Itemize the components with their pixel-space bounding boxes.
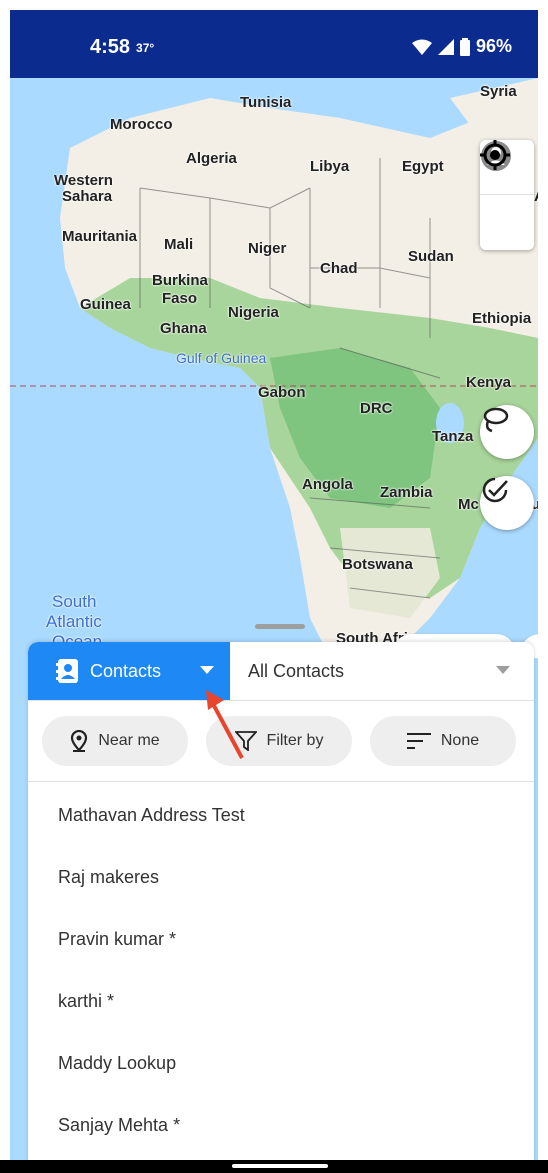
status-bar: 4:58 37° 96% bbox=[10, 10, 538, 78]
map-label-ocean-2: Atlantic bbox=[46, 612, 102, 631]
map-label-gabon: Gabon bbox=[258, 384, 306, 401]
map-label-burkina-2: Faso bbox=[162, 290, 198, 307]
annotation-arrow bbox=[206, 690, 244, 759]
map-label-drc: DRC bbox=[360, 400, 393, 417]
crosshair-icon bbox=[480, 140, 510, 170]
sort-label: None bbox=[440, 732, 480, 749]
lasso-button[interactable] bbox=[480, 405, 534, 459]
near-me-chip[interactable]: Near me bbox=[42, 716, 188, 766]
app-frame: 4:58 37° 96% Tunisia Syria Morocco Alger… bbox=[10, 10, 538, 1160]
map-label-gulf-of-guinea: Gulf of Guinea bbox=[176, 350, 267, 366]
contacts-sheet: Contacts All Contacts Near me Filter by bbox=[28, 642, 534, 1160]
contacts-icon bbox=[56, 659, 78, 683]
map-label-ethiopia: Ethiopia bbox=[472, 310, 532, 327]
sheet-drag-handle[interactable] bbox=[255, 624, 305, 629]
sort-icon bbox=[406, 733, 431, 749]
home-gesture-pill[interactable] bbox=[232, 1164, 328, 1168]
view-label: All Contacts bbox=[248, 660, 345, 681]
map-label-syria: Syria bbox=[480, 83, 517, 100]
map-label-niger: Niger bbox=[248, 240, 287, 257]
map-label-mozambique: Mc bbox=[458, 496, 479, 513]
module-selector-row: Contacts All Contacts bbox=[28, 642, 534, 701]
location-check-icon bbox=[482, 477, 508, 503]
status-temp: 37° bbox=[136, 40, 155, 55]
map-canvas bbox=[10, 78, 538, 658]
list-item[interactable]: Sanjay Mehta * bbox=[28, 1094, 534, 1156]
filter-by-label: Filter by bbox=[266, 732, 324, 749]
location-pin-icon bbox=[71, 730, 88, 752]
map-label-algeria: Algeria bbox=[186, 150, 237, 167]
battery-icon bbox=[459, 37, 470, 56]
map-controls bbox=[480, 140, 534, 250]
caret-down-icon bbox=[200, 666, 214, 674]
map-label-morocco: Morocco bbox=[110, 116, 173, 133]
caret-down-icon bbox=[496, 666, 510, 674]
system-nav-bar bbox=[0, 1160, 548, 1173]
map-label-western-sahara-1: Western bbox=[54, 172, 113, 189]
list-item[interactable]: karthi * bbox=[28, 970, 534, 1032]
module-label: Contacts bbox=[90, 660, 162, 681]
filter-bar: Near me Filter by None bbox=[28, 701, 534, 782]
near-me-label: Near me bbox=[98, 732, 160, 749]
contact-list: Mathavan Address Test Raj makeres Pravin… bbox=[28, 782, 534, 1156]
battery-percent: 96% bbox=[475, 36, 512, 56]
map-label-kenya: Kenya bbox=[466, 374, 512, 391]
list-item[interactable]: Raj makeres bbox=[28, 846, 534, 908]
check-in-button[interactable] bbox=[480, 476, 534, 530]
status-icons: 96% bbox=[411, 36, 512, 57]
map-label-guinea: Guinea bbox=[80, 296, 131, 313]
map-view[interactable]: Tunisia Syria Morocco Algeria Libya Egyp… bbox=[10, 78, 538, 658]
view-dropdown[interactable]: All Contacts bbox=[230, 642, 534, 700]
sort-chip[interactable]: None bbox=[370, 716, 516, 766]
map-label-zambia: Zambia bbox=[380, 484, 433, 501]
map-label-western-sahara-2: Sahara bbox=[62, 188, 113, 205]
signal-icon bbox=[437, 38, 454, 55]
map-label-egypt: Egypt bbox=[402, 158, 444, 175]
map-label-tanzania: Tanza bbox=[432, 428, 474, 445]
wifi-icon bbox=[411, 39, 432, 55]
list-item[interactable]: Mathavan Address Test bbox=[28, 784, 534, 846]
map-label-ocean-1: South bbox=[52, 592, 97, 611]
map-label-libya: Libya bbox=[310, 158, 350, 175]
lasso-icon bbox=[483, 407, 509, 433]
map-label-tunisia: Tunisia bbox=[240, 94, 292, 111]
map-label-botswana: Botswana bbox=[342, 556, 413, 573]
map-label-nigeria: Nigeria bbox=[228, 304, 279, 321]
map-label-angola: Angola bbox=[302, 476, 353, 493]
map-label-mauritania: Mauritania bbox=[62, 228, 138, 245]
my-location-button[interactable] bbox=[480, 140, 534, 249]
map-label-burkina-1: Burkina bbox=[152, 272, 208, 289]
list-item[interactable]: Maddy Lookup bbox=[28, 1032, 534, 1094]
map-label-chad: Chad bbox=[320, 260, 358, 277]
status-time: 4:58 37° bbox=[90, 36, 155, 58]
map-label-mali: Mali bbox=[164, 236, 194, 253]
map-label-sudan: Sudan bbox=[408, 248, 454, 265]
map-label-ghana: Ghana bbox=[160, 320, 207, 337]
list-item[interactable]: Pravin kumar * bbox=[28, 908, 534, 970]
